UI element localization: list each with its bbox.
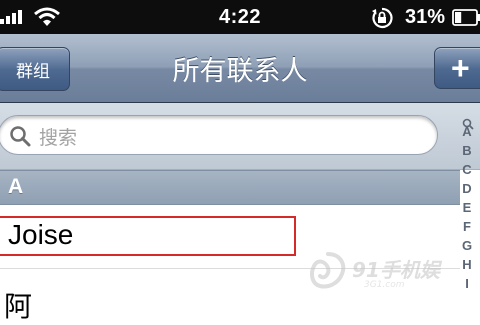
search-input[interactable]: 搜索 [0, 115, 438, 155]
watermark: 91手机娱 3G1.com [304, 248, 480, 300]
contact-name: 阿 [4, 290, 33, 323]
search-bar: 搜索 [0, 103, 480, 170]
index-letter-d[interactable]: D [456, 181, 478, 196]
watermark-logo-icon [310, 252, 346, 289]
search-icon [10, 126, 31, 147]
index-letter-f[interactable]: F [456, 219, 478, 234]
index-letter-c[interactable]: C [456, 162, 478, 177]
section-letter: A [8, 175, 24, 198]
search-placeholder: 搜索 [39, 127, 78, 149]
add-contact-button[interactable]: + [434, 47, 480, 89]
index-letter-b[interactable]: B [456, 143, 478, 158]
index-letter-a[interactable]: A [456, 124, 478, 139]
status-bar: 4:22 31% [0, 0, 480, 34]
navigation-bar: 群组 所有联系人 + [0, 34, 480, 103]
orientation-lock-icon [372, 7, 393, 29]
watermark-subtext: 3G1.com [364, 280, 405, 290]
section-header: A [0, 170, 460, 205]
watermark-text: 91手机娱 [352, 258, 440, 282]
battery-percent: 31% [405, 6, 446, 28]
index-letter-e[interactable]: E [456, 200, 478, 215]
contact-name: Joise [8, 219, 74, 250]
battery-icon [452, 9, 480, 26]
page-title: 所有联系人 [172, 56, 308, 87]
